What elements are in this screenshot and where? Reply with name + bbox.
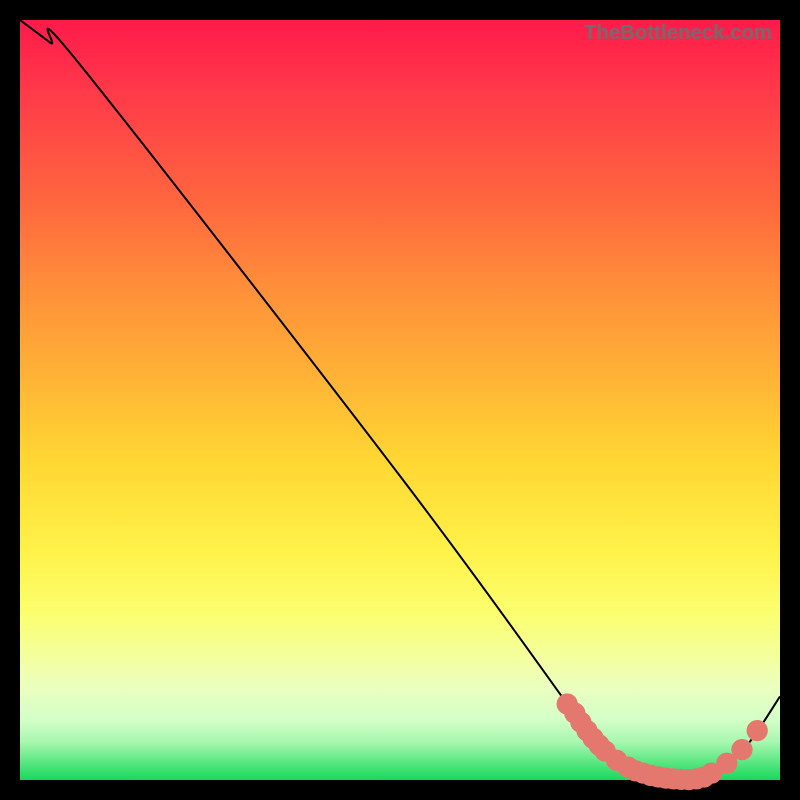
marker-dot	[735, 743, 749, 757]
plot-area: TheBottleneck.com	[20, 20, 780, 780]
marker-dot	[705, 766, 719, 780]
marker-dot	[750, 724, 764, 738]
chart-frame: TheBottleneck.com	[0, 0, 800, 800]
bottleneck-curve	[20, 20, 780, 780]
watermark-label: TheBottleneck.com	[584, 22, 772, 45]
marker-group	[560, 697, 764, 786]
chart-svg	[20, 20, 780, 780]
marker-dot	[720, 756, 734, 770]
